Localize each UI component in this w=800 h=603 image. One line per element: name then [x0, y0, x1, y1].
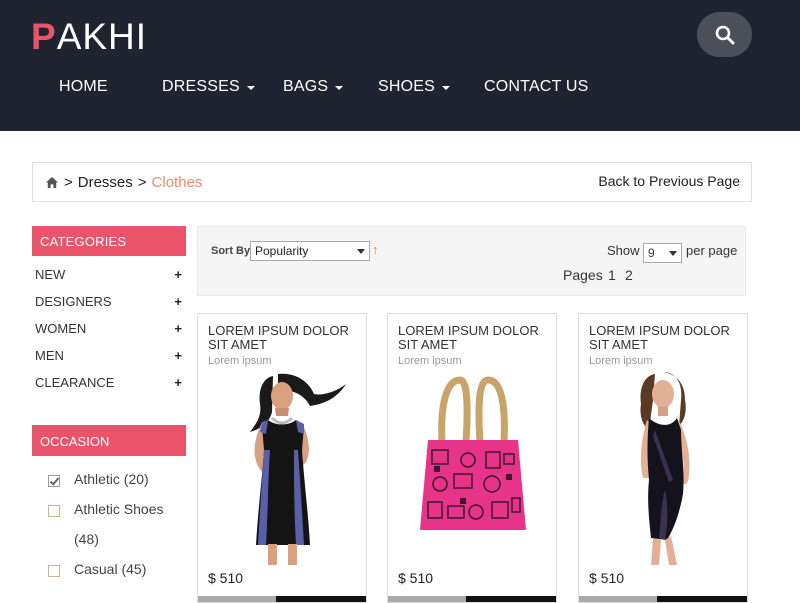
- category-men[interactable]: MEN +: [32, 342, 186, 369]
- nav-contact-label: CONTACT US: [484, 78, 589, 95]
- product-price: $ 510: [589, 570, 625, 586]
- pages-label: Pages: [563, 267, 603, 283]
- product-price: $ 510: [398, 570, 434, 586]
- occasion-label: Athletic Shoes (48): [74, 501, 164, 547]
- home-icon[interactable]: [46, 177, 58, 188]
- checkbox-unchecked[interactable]: [48, 505, 60, 517]
- search-button[interactable]: [697, 12, 752, 57]
- occasion-heading: OCCASION: [32, 425, 186, 456]
- category-clearance[interactable]: CLEARANCE +: [32, 369, 186, 396]
- product-title[interactable]: LOREM IPSUM DOLOR SIT AMET: [589, 324, 739, 352]
- logo-first-letter: P: [31, 16, 57, 57]
- page-link-2[interactable]: 2: [625, 267, 633, 283]
- site-logo[interactable]: PAKHI: [31, 16, 147, 58]
- breadcrumb-separator: >: [64, 174, 73, 191]
- site-header: PAKHI HOME DRESSES BAGS SHOES CONTACT US: [0, 0, 800, 131]
- product-price: $ 510: [208, 570, 244, 586]
- occasion-label: Athletic (20): [74, 471, 149, 487]
- nav-bags-label: BAGS: [283, 78, 329, 95]
- occasion-label: Casual (45): [74, 561, 147, 577]
- search-icon: [715, 25, 734, 44]
- product-title[interactable]: LOREM IPSUM DOLOR SIT AMET: [208, 324, 358, 352]
- back-to-previous-link[interactable]: Back to Previous Page: [598, 173, 740, 189]
- occasion-athletic-shoes[interactable]: Athletic Shoes (48): [48, 501, 188, 561]
- sort-select[interactable]: Popularity: [250, 241, 370, 261]
- caret-down-icon: [335, 85, 344, 90]
- main-nav: HOME DRESSES BAGS SHOES CONTACT US: [0, 78, 800, 102]
- occasion-casual[interactable]: Casual (45): [48, 561, 188, 591]
- product-subtitle: Lorem ipsum: [589, 355, 653, 367]
- breadcrumb-dresses[interactable]: Dresses: [78, 174, 133, 191]
- caret-down-icon: [246, 85, 255, 90]
- nav-shoes[interactable]: SHOES: [378, 78, 451, 96]
- breadcrumb-separator: >: [137, 174, 147, 191]
- plus-icon[interactable]: +: [174, 375, 182, 390]
- category-designers[interactable]: DESIGNERS +: [32, 288, 186, 315]
- product-title[interactable]: LOREM IPSUM DOLOR SIT AMET: [398, 324, 548, 352]
- nav-shoes-label: SHOES: [378, 78, 436, 95]
- product-card[interactable]: LOREM IPSUM DOLOR SIT AMET Lorem ipsum $…: [578, 313, 748, 603]
- category-label: WOMEN: [35, 321, 87, 336]
- logo-text: AKHI: [56, 16, 148, 57]
- nav-bags[interactable]: BAGS: [283, 78, 344, 96]
- woman-wrap-dress-image[interactable]: [599, 370, 729, 565]
- categories-list: NEW + DESIGNERS + WOMEN + MEN + CLEARANCE +: [32, 261, 186, 396]
- per-page-label: per page: [686, 243, 738, 258]
- nav-home-label: HOME: [59, 78, 108, 95]
- checkbox-checked[interactable]: [48, 475, 60, 487]
- category-label: DESIGNERS: [35, 294, 112, 309]
- product-card[interactable]: LOREM IPSUM DOLOR SIT AMET Lorem ipsum $…: [197, 313, 367, 603]
- breadcrumb-current: Clothes: [151, 174, 203, 191]
- category-label: CLEARANCE: [35, 375, 115, 390]
- chevron-down-icon: [669, 250, 677, 256]
- product-subtitle: Lorem ipsum: [208, 355, 272, 367]
- nav-contact-us[interactable]: CONTACT US: [484, 78, 589, 96]
- category-women[interactable]: WOMEN +: [32, 315, 186, 342]
- listing-toolbar: Sort By Popularity ↑ Show 9 per page Pag…: [197, 226, 746, 296]
- page-link-1[interactable]: 1: [608, 267, 616, 283]
- nav-home[interactable]: HOME: [59, 78, 108, 96]
- pink-tote-bag-image[interactable]: [408, 370, 538, 565]
- chevron-down-icon: [357, 248, 365, 254]
- show-label: Show: [607, 243, 640, 258]
- sort-direction-icon[interactable]: ↑: [372, 242, 379, 257]
- product-card[interactable]: LOREM IPSUM DOLOR SIT AMET Lorem ipsum $…: [387, 313, 557, 603]
- per-page-value: 9: [648, 246, 655, 260]
- category-label: MEN: [35, 348, 64, 363]
- sort-by-label: Sort By: [211, 245, 251, 257]
- nav-dresses[interactable]: DRESSES: [162, 78, 255, 96]
- plus-icon[interactable]: +: [174, 267, 182, 282]
- category-label: NEW: [35, 267, 66, 282]
- plus-icon[interactable]: +: [174, 294, 182, 309]
- checkbox-unchecked[interactable]: [48, 565, 60, 577]
- category-new[interactable]: NEW +: [32, 261, 186, 288]
- sort-value: Popularity: [255, 244, 309, 258]
- woman-black-dress-image[interactable]: [218, 370, 348, 565]
- occasion-list: Athletic (20) Athletic Shoes (48) Casual…: [48, 471, 188, 591]
- caret-down-icon: [442, 85, 451, 90]
- nav-dresses-label: DRESSES: [162, 78, 240, 95]
- plus-icon[interactable]: +: [174, 321, 182, 336]
- breadcrumb: > Dresses > Clothes Back to Previous Pag…: [32, 162, 752, 202]
- plus-icon[interactable]: +: [174, 348, 182, 363]
- per-page-select[interactable]: 9: [643, 243, 682, 263]
- categories-heading: CATEGORIES: [32, 226, 186, 256]
- product-subtitle: Lorem ipsum: [398, 355, 462, 367]
